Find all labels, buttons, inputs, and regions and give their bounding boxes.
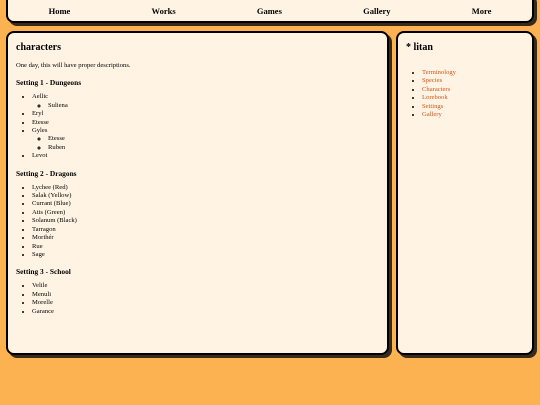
- sub-character-list: EtesseRuben: [32, 135, 379, 152]
- sidebar-link-gallery[interactable]: Gallery: [422, 111, 442, 118]
- character-list: VelileMenuliMorelleGarance: [16, 282, 379, 316]
- character-item: Menuli: [32, 291, 379, 299]
- character-item: Levot: [32, 152, 379, 160]
- sub-character-item: Suliena: [48, 102, 379, 110]
- nav-works[interactable]: Works: [152, 6, 176, 16]
- character-item: GylesEtesseRuben: [32, 127, 379, 152]
- setting-heading: Setting 3 - School: [16, 267, 71, 277]
- character-item: Solanum (Black): [32, 217, 379, 225]
- nav-gallery[interactable]: Gallery: [363, 6, 390, 16]
- character-name: Aellic: [32, 93, 49, 101]
- nav-home[interactable]: Home: [49, 6, 71, 16]
- top-nav: Home Works Games Gallery More: [6, 0, 534, 23]
- intro-text: One day, this will have proper descripti…: [16, 62, 131, 69]
- character-item: Rue: [32, 243, 379, 251]
- character-item: Tarragon: [32, 226, 379, 234]
- character-item: Salak (Yellow): [32, 192, 379, 200]
- character-item: Atis (Green): [32, 209, 379, 217]
- sidebar-link-species[interactable]: Species: [422, 77, 442, 84]
- page-title: characters: [16, 42, 61, 53]
- sidebar-link-item: Settings: [422, 103, 524, 111]
- character-name: Gyles: [32, 127, 48, 135]
- main-content: characters One day, this will have prope…: [6, 31, 389, 355]
- character-name: Eryl: [32, 110, 44, 118]
- character-name: Morihér: [32, 234, 54, 242]
- character-item: Garance: [32, 308, 379, 316]
- sidebar: * litan TerminologySpecies CharactersLore…: [396, 31, 534, 355]
- sidebar-link-item: Gallery: [422, 111, 524, 119]
- character-item: Eryl: [32, 110, 379, 118]
- sidebar-title: * litan: [406, 42, 433, 53]
- sidebar-link-item: Species: [422, 77, 524, 85]
- character-name: Salak (Yellow): [32, 192, 72, 200]
- sub-character-list: Suliena: [32, 102, 379, 110]
- character-name: Menuli: [32, 290, 52, 298]
- character-list: Lychee (Red)Salak (Yellow)Currant (Blue)…: [16, 184, 379, 260]
- character-item: Etesse: [32, 119, 379, 127]
- character-list: AellicSulienaErylEtesseGylesEtesseRubenL…: [16, 93, 379, 160]
- character-name: Currant (Blue): [32, 200, 71, 208]
- character-item: Sage: [32, 251, 379, 259]
- character-name: Garance: [32, 307, 54, 315]
- character-item: Lychee (Red): [32, 184, 379, 192]
- character-name: Tarragon: [32, 225, 56, 233]
- character-item: Currant (Blue): [32, 200, 379, 208]
- setting-heading: Setting 1 - Dungeons: [16, 78, 82, 88]
- sidebar-link-item: Lorebook: [422, 94, 524, 102]
- sidebar-link-item: Characters: [422, 86, 524, 94]
- sub-character-item: Etesse: [48, 135, 379, 143]
- character-name: Morelle: [32, 299, 53, 307]
- character-name: Velile: [32, 282, 48, 290]
- character-name: Rue: [32, 242, 43, 250]
- character-name: Levot: [32, 152, 48, 160]
- sidebar-link-item: Terminology: [422, 69, 524, 77]
- sub-character-item: Ruben: [48, 144, 379, 152]
- settings-list: Setting 1 - DungeonsAellicSulienaErylEte…: [16, 78, 379, 316]
- character-name: Sage: [32, 250, 45, 258]
- nav-games[interactable]: Games: [257, 6, 282, 16]
- sidebar-link-characters[interactable]: Characters: [422, 86, 450, 93]
- character-item: Morelle: [32, 299, 379, 307]
- character-item: Velile: [32, 282, 379, 290]
- character-name: Lychee (Red): [32, 183, 68, 191]
- nav-more[interactable]: More: [472, 6, 492, 16]
- character-name: Etesse: [32, 118, 49, 126]
- character-name: Solanum (Black): [32, 217, 77, 225]
- character-item: Morihér: [32, 234, 379, 242]
- character-item: AellicSuliena: [32, 93, 379, 110]
- sidebar-link-terminology[interactable]: Terminology: [422, 69, 456, 76]
- setting-heading: Setting 2 - Dragons: [16, 168, 77, 178]
- sidebar-links: TerminologySpecies CharactersLorebook Sett…: [406, 69, 524, 119]
- sidebar-link-lorebook[interactable]: Lorebook: [422, 94, 448, 101]
- character-name: Atis (Green): [32, 208, 66, 216]
- sidebar-link-settings[interactable]: Settings: [422, 103, 443, 110]
